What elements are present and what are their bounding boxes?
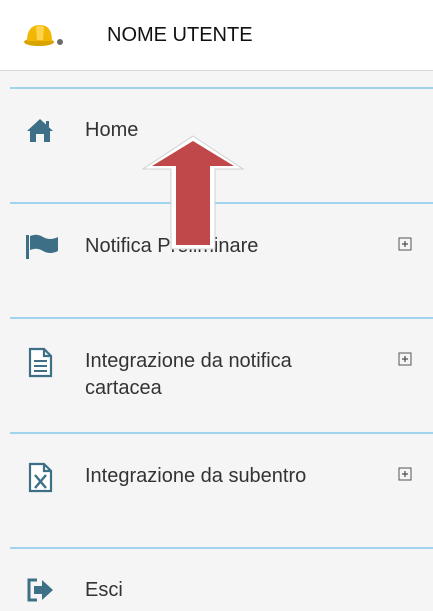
plus-box-icon[interactable] <box>398 467 412 481</box>
username: NOME UTENTE <box>107 24 253 46</box>
menu-item-integrazione-subentro[interactable]: Integrazione da subentro <box>0 461 433 501</box>
document-icon <box>28 347 53 378</box>
user-header: NOME UTENTE <box>0 0 433 70</box>
home-icon <box>27 119 53 142</box>
menu-separator <box>10 432 433 434</box>
menu-separator <box>10 87 433 89</box>
menu-separator <box>10 547 433 549</box>
menu-item-esci[interactable]: Esci <box>0 575 433 611</box>
hardhat-user-icon <box>24 25 63 46</box>
exit-icon <box>27 578 53 602</box>
menu-item-label: Integrazione da subentro <box>85 465 307 487</box>
up-arrow-icon <box>141 135 245 250</box>
menu-item-label: Integrazione da notifica cartacea <box>85 350 292 399</box>
excel-document-icon <box>28 462 53 493</box>
menu-item-label: Home <box>85 119 139 141</box>
menu-separator <box>10 317 433 319</box>
plus-box-icon[interactable] <box>398 237 412 251</box>
menu-item-label: Esci <box>85 579 123 601</box>
flag-icon <box>26 234 58 259</box>
menu-item-integrazione-notifica-cartacea[interactable]: Integrazione da notifica cartacea <box>0 346 433 406</box>
plus-box-icon[interactable] <box>398 352 412 366</box>
side-menu: Home Notifica Preliminare Integrazione d… <box>0 70 433 611</box>
